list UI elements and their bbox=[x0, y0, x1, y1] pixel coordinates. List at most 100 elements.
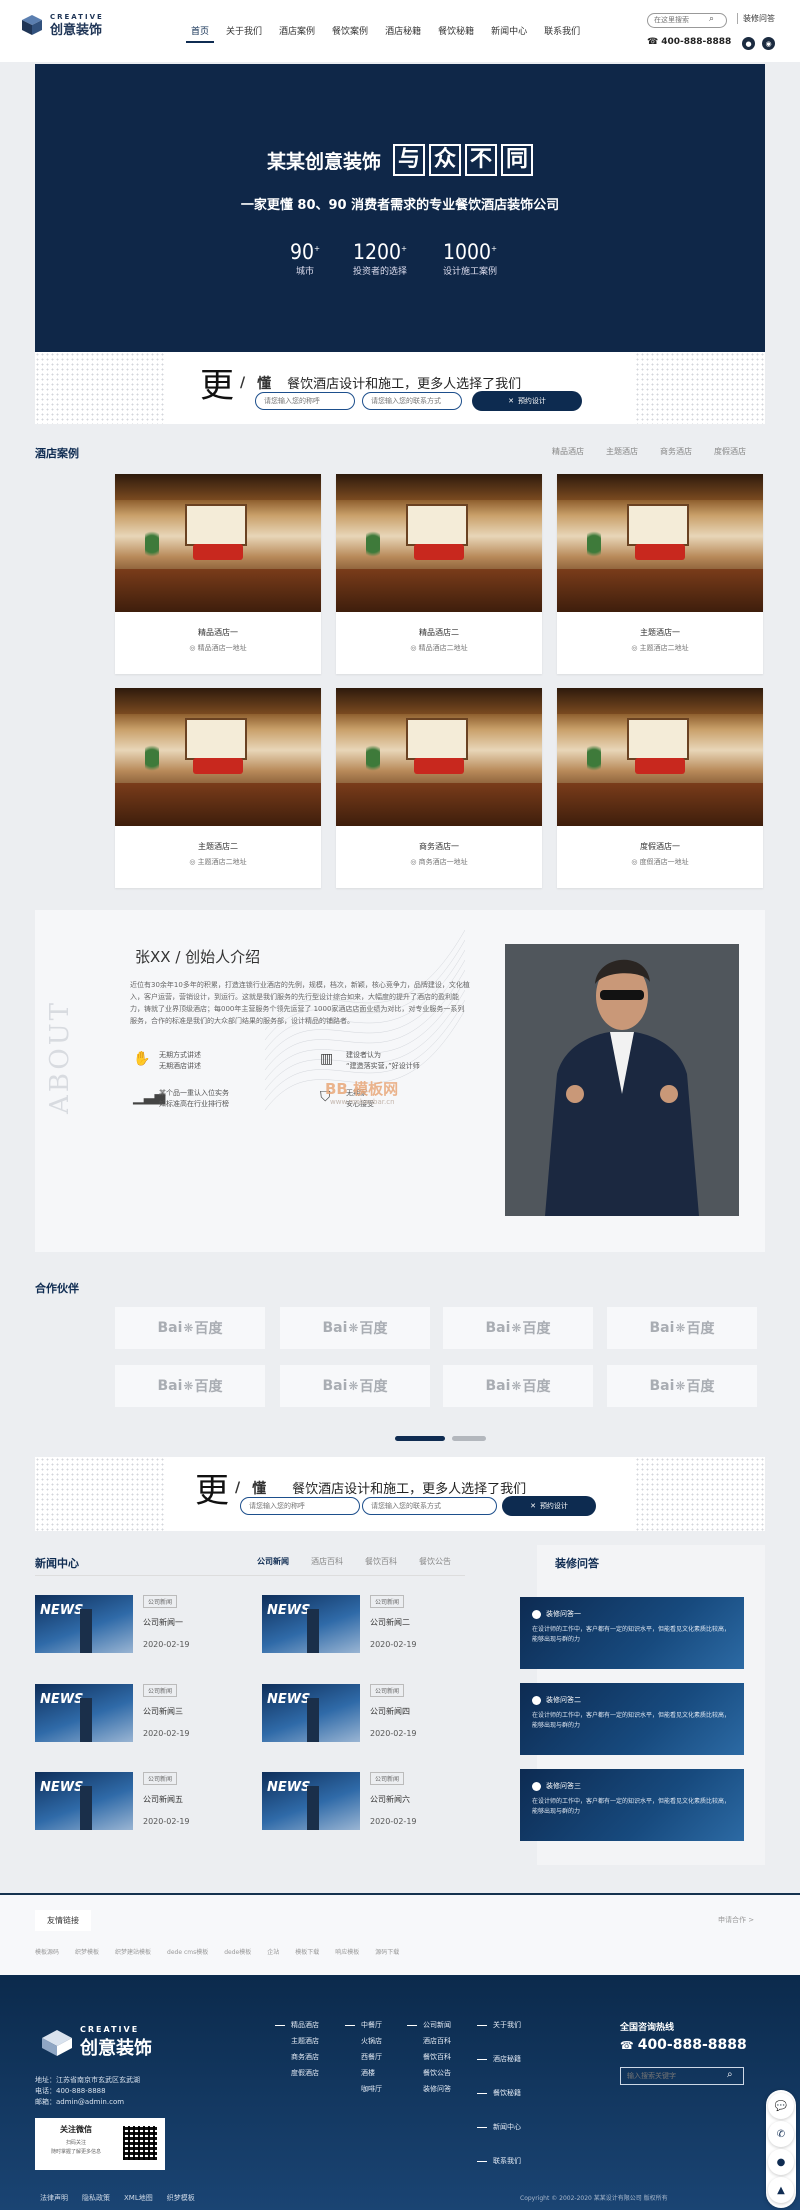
nav-hotel-tips[interactable]: 酒店秘籍 bbox=[380, 20, 426, 43]
promo-name-input[interactable] bbox=[255, 392, 355, 410]
footer-link[interactable]: 主题酒店 bbox=[275, 2036, 319, 2046]
promo-phone-input[interactable] bbox=[362, 392, 462, 410]
friend-link[interactable]: 响应模板 bbox=[335, 1947, 359, 1956]
faq-card[interactable]: 装修问答一 在设计师的工作中，客户都有一定的知识水平，但能看见文化素质比较高，能… bbox=[520, 1597, 744, 1669]
footer-link[interactable]: 关于我们 bbox=[477, 2020, 521, 2030]
tab-company-news[interactable]: 公司新闻 bbox=[257, 1556, 289, 1567]
footer-col-hotel: 精品酒店 主题酒店 商务酒店 度假酒店 bbox=[275, 2020, 319, 2084]
search-icon[interactable]: ⌕ bbox=[727, 2069, 733, 2080]
footer-link[interactable]: 中餐厅 bbox=[345, 2020, 382, 2030]
footer-link[interactable]: 新闻中心 bbox=[477, 2122, 521, 2132]
footer-link[interactable]: 餐饮秘籍 bbox=[477, 2088, 521, 2098]
carousel-dot-active[interactable] bbox=[395, 1436, 445, 1441]
case-card[interactable]: 精品酒店一 ◎ 精品酒店一地址 bbox=[115, 474, 321, 674]
wechat-icon[interactable]: ● bbox=[768, 2149, 794, 2175]
footer-link[interactable]: 酒楼 bbox=[345, 2068, 382, 2078]
tab-boutique[interactable]: 精品酒店 bbox=[552, 446, 584, 457]
news-item[interactable]: NEWS 公司新闻 公司新闻三 2020-02-19 bbox=[35, 1684, 240, 1746]
footer-bottom-link[interactable]: 织梦模板 bbox=[167, 2193, 195, 2203]
search-icon[interactable]: ⌕ bbox=[709, 14, 714, 24]
wechat-icon[interactable]: ● bbox=[742, 37, 755, 50]
footer-logo[interactable]: CREATIVE 创意装饰 bbox=[40, 2025, 152, 2060]
tab-dining-wiki[interactable]: 餐饮百科 bbox=[365, 1556, 397, 1567]
case-card[interactable]: 主题酒店二 ◎ 主题酒店二地址 bbox=[115, 688, 321, 888]
promo-big-char: 更 bbox=[200, 366, 234, 406]
friend-link[interactable]: dede cms模板 bbox=[167, 1947, 208, 1956]
nav-hotel-cases[interactable]: 酒店案例 bbox=[274, 20, 320, 43]
site-logo[interactable]: CREATIVE 创意装饰 bbox=[20, 10, 104, 40]
case-card[interactable]: 度假酒店一 ◎ 度假酒店一地址 bbox=[557, 688, 763, 888]
carousel-dot[interactable] bbox=[452, 1436, 486, 1441]
footer-link[interactable]: 联系我们 bbox=[477, 2156, 521, 2166]
friend-link[interactable]: 模板源码 bbox=[35, 1947, 59, 1956]
news-item[interactable]: NEWS 公司新闻 公司新闻五 2020-02-19 bbox=[35, 1772, 240, 1834]
promo-submit-button[interactable]: ✕ 预约设计 bbox=[502, 1496, 596, 1516]
friend-links-tab[interactable]: 友情链接 bbox=[35, 1910, 91, 1931]
footer-bottom-link[interactable]: 隐私政策 bbox=[82, 2193, 110, 2203]
news-item[interactable]: NEWS 公司新闻 公司新闻六 2020-02-19 bbox=[262, 1772, 467, 1834]
promo-submit-button[interactable]: ✕ 预约设计 bbox=[472, 391, 582, 411]
case-location: 精品酒店一地址 bbox=[197, 644, 247, 652]
phone-icon[interactable]: ✆ bbox=[768, 2121, 794, 2147]
friend-link[interactable]: 织梦建站模板 bbox=[115, 1947, 151, 1956]
faq-link[interactable]: 装修问答 bbox=[737, 13, 775, 24]
paw-icon: ❋ bbox=[348, 1321, 359, 1335]
news-item[interactable]: NEWS 公司新闻 公司新闻二 2020-02-19 bbox=[262, 1595, 467, 1657]
footer-bottom-link[interactable]: 法律声明 bbox=[40, 2193, 68, 2203]
footer-link[interactable]: 装修问答 bbox=[407, 2084, 451, 2094]
friend-link[interactable]: 源码下载 bbox=[375, 1947, 399, 1956]
nav-news[interactable]: 新闻中心 bbox=[486, 20, 532, 43]
footer-link[interactable]: 餐饮百科 bbox=[407, 2052, 451, 2062]
partner-logo[interactable]: Bai ❋ 百度 bbox=[607, 1307, 757, 1349]
back-to-top-icon[interactable]: ▲ bbox=[768, 2177, 794, 2203]
nav-home[interactable]: 首页 bbox=[186, 20, 215, 43]
footer-link[interactable]: 咖啡厅 bbox=[345, 2084, 382, 2094]
footer-link[interactable]: 西餐厅 bbox=[345, 2052, 382, 2062]
footer-link[interactable]: 商务酒店 bbox=[275, 2052, 319, 2062]
promo-name-input[interactable] bbox=[240, 1497, 360, 1515]
faq-card[interactable]: 装修问答三 在设计师的工作中，客户都有一定的知识水平，但能看见文化素质比较高，能… bbox=[520, 1769, 744, 1841]
nav-about[interactable]: 关于我们 bbox=[221, 20, 267, 43]
tab-dining-notice[interactable]: 餐饮公告 bbox=[419, 1556, 451, 1567]
chat-icon[interactable]: 💬 bbox=[768, 2093, 794, 2119]
tab-resort[interactable]: 度假酒店 bbox=[714, 446, 746, 457]
promo-phone-input[interactable] bbox=[362, 1497, 497, 1515]
footer-search-input[interactable] bbox=[620, 2067, 744, 2085]
friend-link[interactable]: 企站 bbox=[267, 1947, 279, 1956]
case-card[interactable]: 商务酒店一 ◎ 商务酒店一地址 bbox=[336, 688, 542, 888]
friend-link[interactable]: dede模板 bbox=[224, 1947, 251, 1956]
footer-link[interactable]: 公司新闻 bbox=[407, 2020, 451, 2030]
partner-logo[interactable]: Bai ❋ 百度 bbox=[607, 1365, 757, 1407]
friend-link[interactable]: 模板下载 bbox=[295, 1947, 319, 1956]
case-card[interactable]: 主题酒店一 ◎ 主题酒店二地址 bbox=[557, 474, 763, 674]
friend-link[interactable]: 织梦模板 bbox=[75, 1947, 99, 1956]
tab-business[interactable]: 商务酒店 bbox=[660, 446, 692, 457]
footer-link[interactable]: 酒店秘籍 bbox=[477, 2054, 521, 2064]
news-item[interactable]: NEWS 公司新闻 公司新闻一 2020-02-19 bbox=[35, 1595, 240, 1657]
case-card[interactable]: 精品酒店二 ◎ 精品酒店二地址 bbox=[336, 474, 542, 674]
news-item[interactable]: NEWS 公司新闻 公司新闻四 2020-02-19 bbox=[262, 1684, 467, 1746]
weibo-icon[interactable]: ◉ bbox=[762, 37, 775, 50]
header-search-input[interactable] bbox=[647, 13, 727, 28]
nav-dining-cases[interactable]: 餐饮案例 bbox=[327, 20, 373, 43]
faq-card[interactable]: 装修问答二 在设计师的工作中，客户都有一定的知识水平，但能看见文化素质比较高，能… bbox=[520, 1683, 744, 1755]
apply-link[interactable]: 申请合作 > bbox=[718, 1915, 754, 1925]
footer-link[interactable]: 精品酒店 bbox=[275, 2020, 319, 2030]
footer-bottom-link[interactable]: XML地图 bbox=[124, 2193, 153, 2203]
partner-logo[interactable]: Bai ❋ 百度 bbox=[443, 1365, 593, 1407]
partner-logo[interactable]: Bai ❋ 百度 bbox=[115, 1307, 265, 1349]
nav-dining-tips[interactable]: 餐饮秘籍 bbox=[433, 20, 479, 43]
footer-address: 地址：江苏省南京市玄武区玄武湖 bbox=[35, 2076, 140, 2084]
footer-link[interactable]: 火锅店 bbox=[345, 2036, 382, 2046]
footer-link[interactable]: 餐饮公告 bbox=[407, 2068, 451, 2078]
footer-link[interactable]: 酒店百科 bbox=[407, 2036, 451, 2046]
partner-logo[interactable]: Bai ❋ 百度 bbox=[443, 1307, 593, 1349]
tab-theme[interactable]: 主题酒店 bbox=[606, 446, 638, 457]
news-date: 2020-02-19 bbox=[143, 1817, 190, 1826]
nav-contact[interactable]: 联系我们 bbox=[539, 20, 585, 43]
footer-link[interactable]: 度假酒店 bbox=[275, 2068, 319, 2078]
partner-logo[interactable]: Bai ❋ 百度 bbox=[280, 1365, 430, 1407]
partner-logo[interactable]: Bai ❋ 百度 bbox=[280, 1307, 430, 1349]
tab-hotel-wiki[interactable]: 酒店百科 bbox=[311, 1556, 343, 1567]
partner-logo[interactable]: Bai ❋ 百度 bbox=[115, 1365, 265, 1407]
